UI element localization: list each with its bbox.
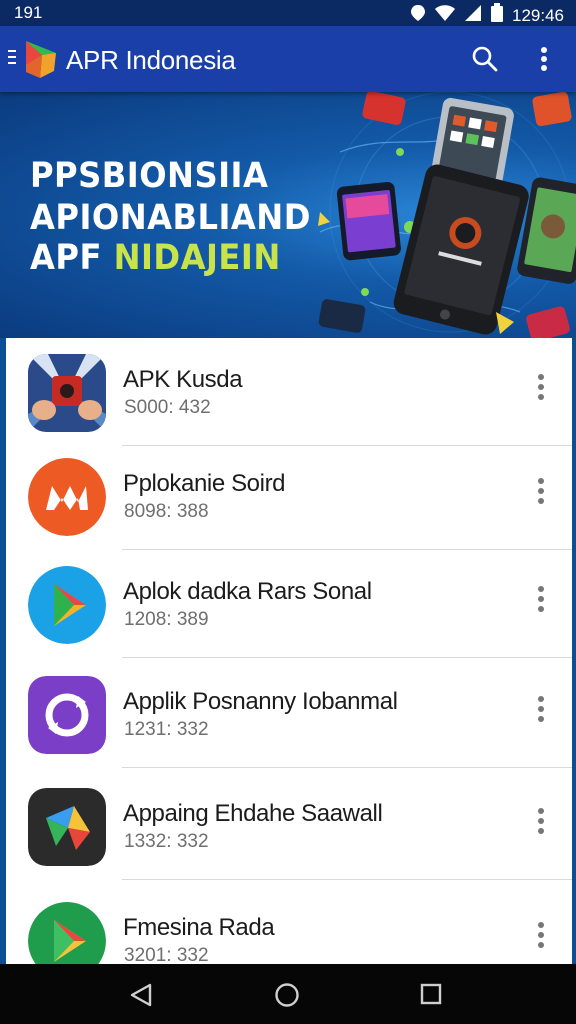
app-meta: S000: 432 — [124, 397, 211, 418]
list-item[interactable]: Aplok dadka Rars Sonal 1208: 389 — [6, 550, 572, 658]
app-name: Appaing Ehdahe Saawall — [123, 800, 383, 827]
more-options-icon[interactable] — [532, 478, 550, 508]
app-list: APK Kusda S000: 432 Pplokanie Soird 8098… — [6, 338, 572, 964]
more-options-icon[interactable] — [532, 808, 550, 838]
app-name: APK Kusda — [123, 366, 243, 393]
banner-phones-illustration — [318, 92, 576, 338]
banner-line-2: APIONABLIAND — [30, 198, 311, 238]
app-logo — [20, 38, 60, 80]
more-options-icon[interactable] — [532, 696, 550, 726]
app-meta: 1208: 389 — [124, 609, 209, 630]
overflow-menu-icon[interactable] — [532, 42, 556, 76]
list-item[interactable]: APK Kusda S000: 432 — [6, 338, 572, 446]
app-meta: 1332: 332 — [124, 831, 209, 852]
list-item[interactable]: Fmesina Rada 3201: 332 — [6, 886, 572, 964]
more-options-icon[interactable] — [532, 922, 550, 952]
more-options-icon[interactable] — [532, 586, 550, 616]
app-name: Aplok dadka Rars Sonal — [123, 578, 372, 605]
m-logo-icon — [28, 458, 106, 536]
banner-line-1: PPSBIONSIIA — [30, 156, 269, 196]
banner-line-3-prefix: APF — [30, 238, 114, 278]
colorful-arrow-icon — [28, 788, 106, 866]
app-meta: 1231: 332 — [124, 719, 209, 740]
menu-icon[interactable] — [8, 50, 18, 68]
list-item[interactable]: Applik Posnanny Iobanmal 1231: 332 — [6, 660, 572, 768]
list-item[interactable]: Pplokanie Soird 8098: 388 — [6, 442, 572, 550]
signal-icon — [464, 4, 482, 27]
home-icon[interactable] — [274, 982, 300, 1008]
status-bar: 191 129:46 — [0, 0, 576, 26]
status-right-time: 129:46 — [512, 5, 564, 25]
promo-banner[interactable]: PPSBIONSIIA APIONABLIAND APF NIDAJEIN — [0, 92, 576, 338]
purple-swirl-icon — [28, 676, 106, 754]
search-icon[interactable] — [470, 44, 500, 74]
game-hands-icon — [28, 354, 106, 432]
app-name: Applik Posnanny Iobanmal — [123, 688, 398, 715]
app-name: Pplokanie Soird — [123, 470, 286, 497]
status-right-cluster: 129:46 — [410, 3, 564, 28]
battery-icon — [490, 3, 504, 28]
app-meta: 8098: 388 — [124, 501, 209, 522]
status-left-time: 191 — [14, 3, 43, 22]
divider — [122, 879, 572, 880]
play-store-green-icon — [28, 902, 106, 964]
app-bar: APR Indonesia — [0, 26, 576, 92]
app-meta: 3201: 332 — [124, 945, 209, 964]
play-store-icon — [28, 566, 106, 644]
banner-line-3-accent: NIDAJEIN — [113, 238, 281, 278]
app-title: APR Indonesia — [66, 45, 236, 75]
more-options-icon[interactable] — [532, 374, 550, 404]
divider — [122, 657, 572, 658]
recents-icon[interactable] — [420, 983, 442, 1005]
banner-line-3: APF NIDAJEIN — [30, 238, 281, 278]
app-name: Fmesina Rada — [123, 914, 275, 941]
location-icon — [410, 4, 426, 27]
system-nav-bar — [0, 964, 576, 1024]
back-icon[interactable] — [128, 982, 154, 1008]
wifi-icon — [434, 4, 456, 27]
list-item[interactable]: Appaing Ehdahe Saawall 1332: 332 — [6, 772, 572, 880]
divider — [122, 767, 572, 768]
